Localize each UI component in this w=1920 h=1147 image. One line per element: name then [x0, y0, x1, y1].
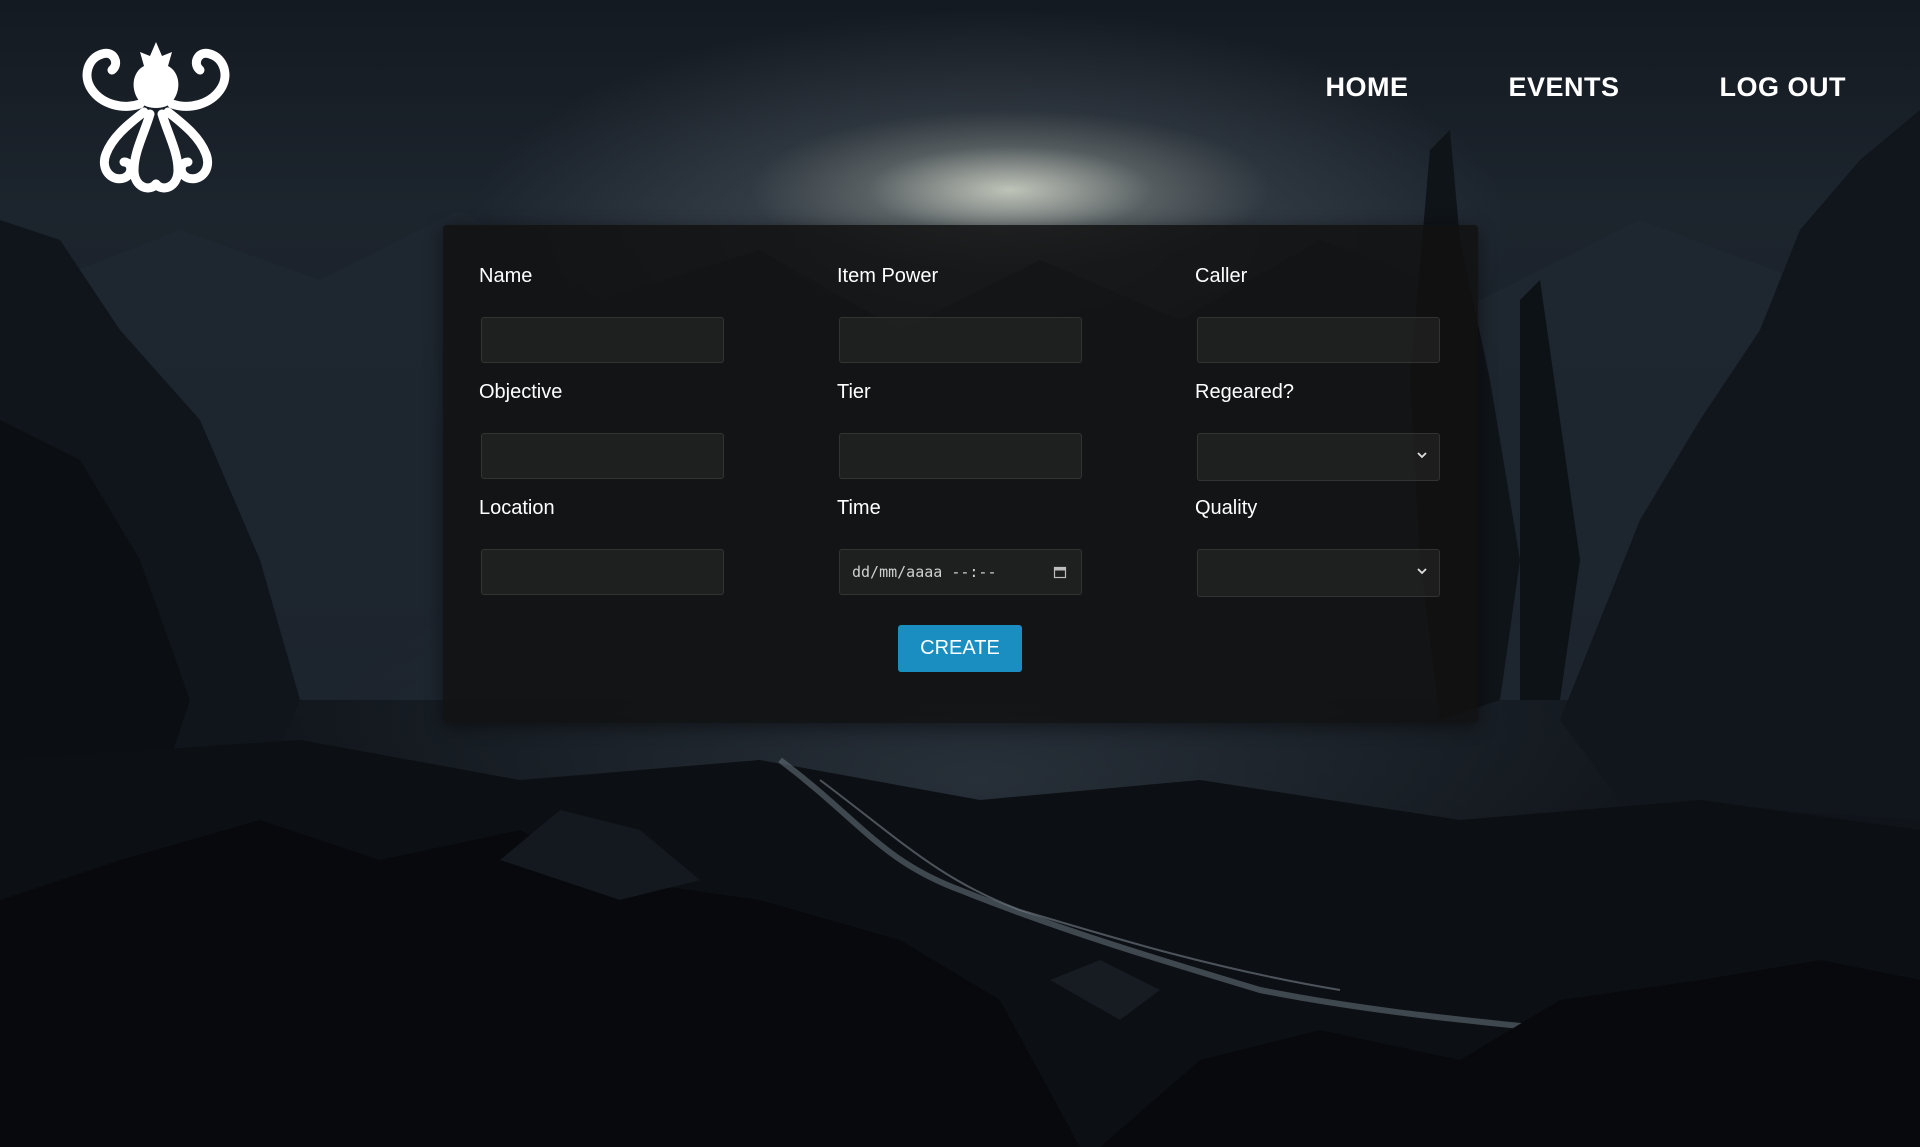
chevron-down-icon — [1417, 568, 1427, 575]
regeared-select[interactable] — [1197, 433, 1440, 481]
tier-field: Tier — [837, 377, 1195, 493]
kraken-icon — [82, 42, 230, 193]
time-input[interactable]: dd/mm/aaaa --:-- — [839, 549, 1082, 595]
form-grid: Name Item Power Caller Objective Tier Re… — [479, 261, 1440, 609]
name-input[interactable] — [481, 317, 724, 363]
name-field: Name — [479, 261, 837, 377]
item-power-label: Item Power — [837, 265, 939, 287]
name-label: Name — [479, 265, 533, 287]
nav-home-link[interactable]: HOME — [1325, 72, 1408, 103]
time-label: Time — [837, 497, 881, 519]
create-button[interactable]: CREATE — [898, 625, 1022, 672]
nav-logout-link[interactable]: LOG OUT — [1720, 72, 1847, 103]
location-input[interactable] — [481, 549, 724, 595]
logo[interactable] — [72, 34, 240, 202]
quality-field: Quality — [1195, 493, 1440, 609]
objective-label: Objective — [479, 381, 563, 403]
time-field: Time dd/mm/aaaa --:-- — [837, 493, 1195, 609]
calendar-icon[interactable] — [1053, 565, 1067, 579]
caller-input[interactable] — [1197, 317, 1440, 363]
location-field: Location — [479, 493, 837, 609]
tier-label: Tier — [837, 381, 871, 403]
tier-input[interactable] — [839, 433, 1082, 479]
create-event-form: Name Item Power Caller Objective Tier Re… — [443, 225, 1478, 723]
caller-label: Caller — [1195, 265, 1248, 287]
quality-label: Quality — [1195, 497, 1258, 519]
regeared-label: Regeared? — [1195, 381, 1294, 403]
quality-select[interactable] — [1197, 549, 1440, 597]
objective-field: Objective — [479, 377, 837, 493]
item-power-field: Item Power — [837, 261, 1195, 377]
main-nav: HOME EVENTS LOG OUT — [1325, 72, 1846, 103]
nav-events-link[interactable]: EVENTS — [1508, 72, 1619, 103]
regeared-field: Regeared? — [1195, 377, 1440, 493]
caller-field: Caller — [1195, 261, 1440, 377]
objective-input[interactable] — [481, 433, 724, 479]
location-label: Location — [479, 497, 555, 519]
item-power-input[interactable] — [839, 317, 1082, 363]
chevron-down-icon — [1417, 452, 1427, 459]
time-placeholder: dd/mm/aaaa --:-- — [852, 563, 997, 581]
